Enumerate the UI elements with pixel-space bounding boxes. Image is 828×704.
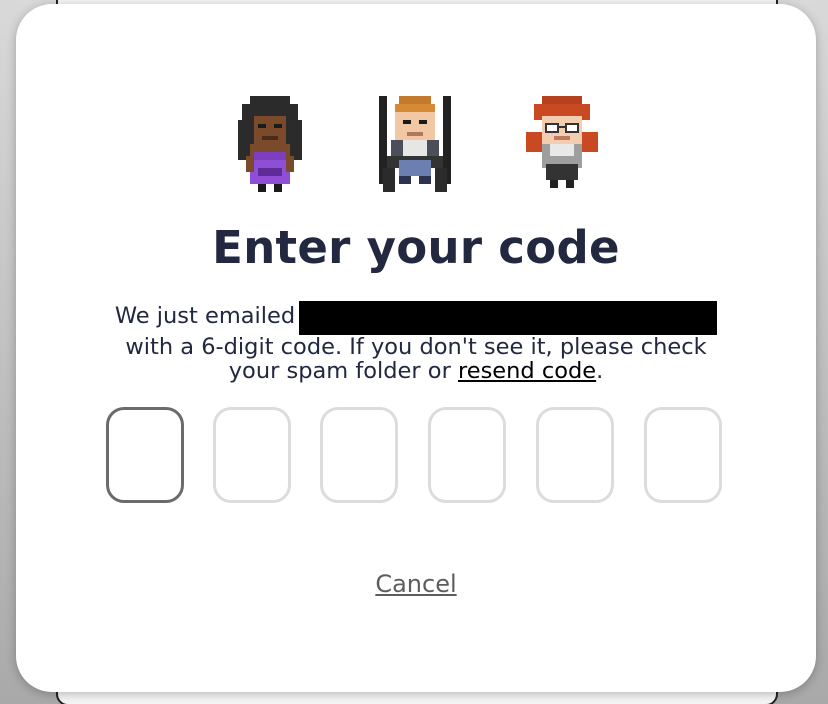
instructions-line-1: We just emailed [96,301,736,335]
emailed-prefix: We just emailed [114,303,296,329]
avatar-row [16,96,816,196]
page: Enter your code We just emailed with a 6… [0,0,828,704]
redacted-email [299,301,718,335]
instructions-line-2: with a 6-digit code. If you don't see it… [125,334,707,360]
pixel-avatar-woman-glasses-icon [521,96,603,192]
pixel-avatar-man-wheelchair-icon [374,96,456,192]
code-digit-5-input[interactable] [536,407,614,503]
code-digit-1-input[interactable] [106,407,184,503]
code-digit-4-input[interactable] [428,407,506,503]
verification-dialog: Enter your code We just emailed with a 6… [16,4,816,692]
code-digit-3-input[interactable] [320,407,398,503]
resend-code-link[interactable]: resend code [458,358,596,384]
code-digit-2-input[interactable] [213,407,291,503]
code-digit-6-input[interactable] [644,407,722,503]
spam-folder-text: your spam folder or [228,358,458,384]
code-input-group [106,407,736,509]
instructions-line-3: your spam folder or resend code. [96,359,736,383]
cancel-button[interactable]: Cancel [16,570,816,598]
period: . [596,358,604,384]
page-title: Enter your code [212,221,620,274]
instructions-text: We just emailed with a 6-digit code. If … [96,301,736,383]
pixel-avatar-woman-icon [229,96,311,192]
